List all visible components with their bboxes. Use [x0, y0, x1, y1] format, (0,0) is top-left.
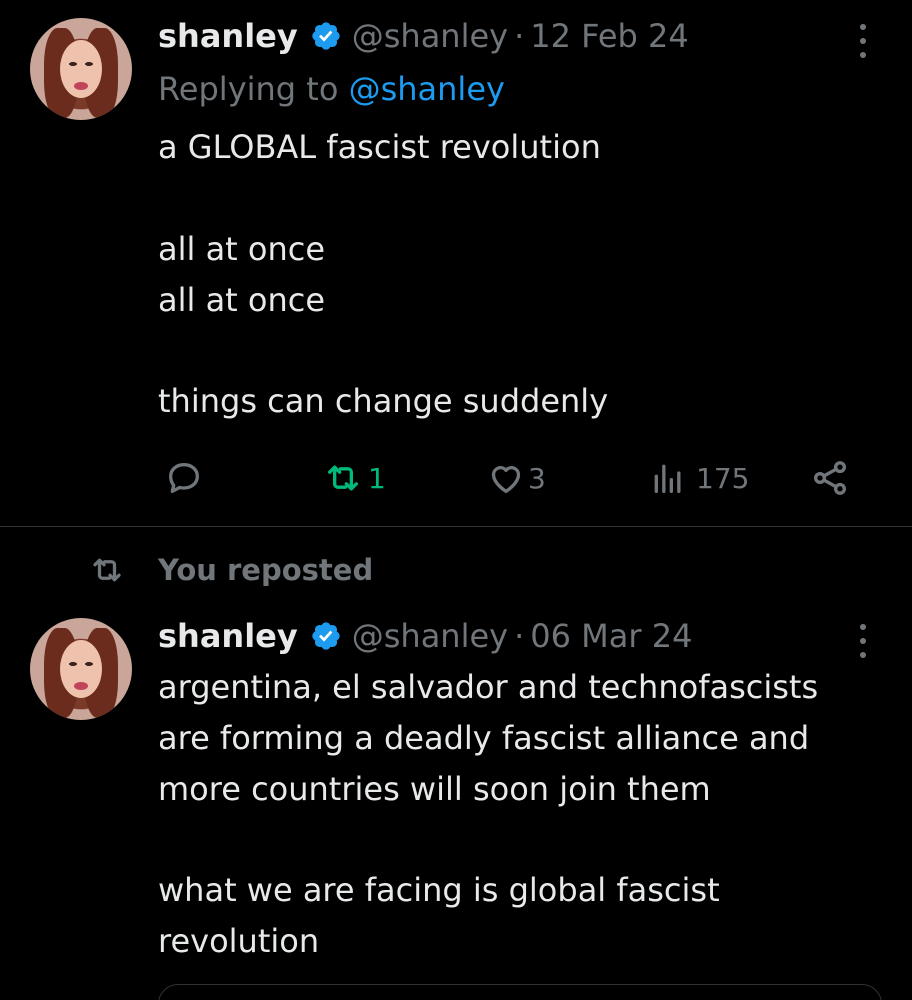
separator: · — [514, 17, 525, 55]
like-button[interactable]: 3 — [486, 458, 546, 498]
display-name[interactable]: shanley — [158, 17, 298, 55]
timestamp[interactable]: 06 Mar 24 — [530, 617, 692, 655]
avatar[interactable] — [30, 618, 132, 720]
replying-to: Replying to @shanley — [158, 70, 505, 108]
mention-link[interactable]: @shanley — [349, 70, 505, 108]
reply-button[interactable] — [162, 458, 206, 498]
repost-notice: You reposted — [88, 552, 373, 588]
repost-icon — [328, 465, 358, 491]
tweet-text-line: all at once — [158, 281, 326, 319]
tweet-actions: 1 3 175 — [0, 456, 912, 500]
replying-to-label: Replying to — [158, 70, 349, 108]
tweet-text-line: revolution — [158, 922, 320, 960]
tweet-header: shanley @shanley · 06 Mar 24 — [158, 614, 692, 658]
more-options-icon[interactable] — [858, 24, 868, 58]
heart-icon — [491, 466, 521, 493]
tweet-text-line: are forming a deadly fascist alliance an… — [158, 719, 810, 757]
views-icon — [654, 464, 681, 493]
reply-icon — [169, 463, 199, 493]
verified-badge-icon — [312, 22, 340, 50]
repost-notice-text: You reposted — [158, 553, 374, 587]
verified-badge-icon — [312, 622, 340, 650]
display-name[interactable]: shanley — [158, 617, 298, 655]
divider — [0, 526, 912, 527]
avatar[interactable] — [30, 18, 132, 120]
handle[interactable]: @shanley — [352, 17, 508, 55]
separator: · — [514, 617, 525, 655]
tweet-header: shanley @shanley · 12 Feb 24 — [158, 14, 689, 58]
handle[interactable]: @shanley — [352, 617, 508, 655]
tweet-text-line: argentina, el salvador and technofascist… — [158, 668, 819, 706]
tweet-text-line: things can change suddenly — [158, 382, 609, 420]
repost-icon — [93, 558, 121, 582]
repost-button[interactable]: 1 — [320, 458, 386, 498]
views-button[interactable]: 175 — [648, 458, 749, 498]
share-button[interactable] — [808, 458, 852, 498]
quoted-content-card[interactable] — [158, 984, 882, 1000]
tweet-text-line: all at once — [158, 230, 326, 268]
repost-count: 1 — [368, 461, 386, 495]
tweet-text-line: more countries will soon join them — [158, 770, 711, 808]
views-count: 175 — [696, 461, 750, 495]
more-options-icon[interactable] — [858, 624, 868, 658]
tweet-text-line: what we are facing is global fascist — [158, 871, 720, 909]
like-count: 3 — [528, 461, 546, 495]
share-icon — [814, 461, 846, 495]
timestamp[interactable]: 12 Feb 24 — [530, 17, 688, 55]
tweet-text-line: a GLOBAL fascist revolution — [158, 128, 601, 166]
